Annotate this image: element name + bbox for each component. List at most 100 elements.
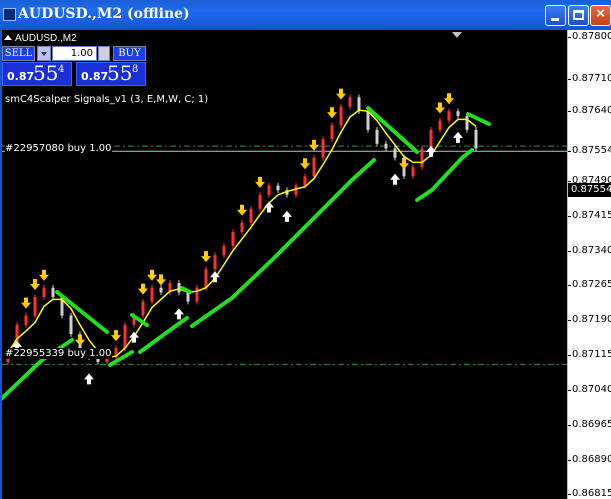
sell-signal-arrow [39, 269, 49, 281]
trend-band-line [415, 148, 474, 202]
y-tick-label: 0.87190 [572, 314, 611, 326]
candle-body [213, 255, 217, 270]
symbol-text: AUDUSD.,M2 [15, 33, 77, 44]
y-tick-mark [568, 459, 571, 461]
chart-window-icon[interactable] [3, 8, 16, 21]
sell-signal-arrow [138, 283, 148, 295]
collapse-triangle-icon[interactable] [4, 35, 12, 40]
candle-body [123, 324, 127, 349]
candle-body [33, 297, 37, 316]
buy-price-prefix: 0.87 [81, 70, 109, 83]
candle-body [429, 129, 433, 149]
candle-body [456, 111, 460, 116]
trend-band-line [180, 286, 192, 294]
candle-body [465, 115, 469, 130]
y-tick-mark [568, 36, 571, 38]
sell-signal-arrow [147, 269, 157, 281]
candle-body [357, 97, 361, 112]
candle-body [339, 106, 343, 126]
candle-body [69, 315, 73, 335]
candle-body [249, 208, 253, 223]
y-tick-mark [568, 389, 571, 391]
y-tick-label: 0.87415 [572, 209, 611, 221]
minimize-button[interactable] [545, 5, 566, 26]
sell-price-box[interactable]: 0.87 55 4 [2, 61, 72, 86]
sell-signal-arrow [255, 176, 265, 188]
sell-signal-arrow [30, 279, 40, 291]
y-tick-mark [568, 285, 571, 287]
sell-signal-arrow [237, 204, 247, 216]
candle-body [195, 287, 199, 302]
sell-signal-arrow [309, 139, 319, 151]
candle-body [366, 111, 370, 130]
candle-body [330, 125, 334, 140]
minimize-icon [551, 18, 559, 21]
y-tick-mark [568, 215, 571, 217]
price-axis[interactable]: 0.87800 0.87710 0.87640 0.87554 0.87490 0.874… [567, 30, 611, 499]
candle-body [240, 222, 244, 232]
sell-signal-arrow [336, 88, 346, 100]
candle-body [150, 287, 154, 302]
lot-spinner[interactable] [98, 46, 110, 61]
y-tick-mark [568, 78, 571, 80]
y-tick-mark [568, 250, 571, 252]
y-tick-mark [568, 494, 571, 496]
sell-signal-arrow [327, 107, 337, 119]
y-tick-mark [568, 151, 571, 153]
close-button[interactable]: × [590, 5, 611, 26]
sell-signal-arrow [75, 334, 85, 346]
sell-signal-arrow [21, 297, 31, 309]
sell-signal-arrow [201, 251, 211, 263]
maximize-icon [573, 10, 584, 20]
maximize-button[interactable] [568, 5, 589, 26]
one-click-trading-panel: SELL 1.00 BUY 0.87 55 4 0.87 55 8 [2, 46, 150, 86]
chart-canvas[interactable]: AUDUSD.,M2 SELL 1.00 BUY 0.87 55 4 0.87 … [2, 30, 567, 499]
buy-signal-arrow [426, 145, 436, 157]
y-tick-mark [568, 180, 571, 182]
y-tick-label: 0.87710 [572, 72, 611, 84]
buy-button[interactable]: BUY [113, 46, 146, 61]
y-tick-mark [568, 355, 571, 357]
y-tick-label: 0.86965 [572, 418, 611, 430]
sell-signal-arrow [156, 274, 166, 286]
buy-signal-arrow [84, 373, 94, 385]
candle-body [267, 185, 271, 195]
chart-shift-marker-icon[interactable] [452, 32, 462, 38]
candle-body [447, 111, 451, 121]
candle-body [222, 245, 226, 256]
sell-button[interactable]: SELL [2, 46, 35, 61]
sell-price-sup: 4 [58, 64, 65, 75]
order-label-2[interactable]: #22955339 buy 1.00 [5, 348, 112, 359]
y-tick-label: 0.87040 [572, 383, 611, 395]
candle-body [276, 185, 280, 191]
sell-signal-arrow [399, 158, 409, 170]
indicator-label: smC4Scalper Signals_v1 (3, E,M,W, C; 1) [5, 94, 209, 105]
buy-signal-arrow [390, 173, 400, 185]
buy-price-box[interactable]: 0.87 55 8 [76, 61, 146, 86]
lot-size-input[interactable]: 1.00 [52, 46, 97, 61]
candle-body [42, 287, 46, 298]
y-tick-label: 0.87640 [572, 105, 611, 117]
y-tick-label: 0.86890 [572, 453, 611, 465]
current-price-tag: 0.87554 [568, 183, 611, 197]
buy-signal-arrow [174, 308, 184, 320]
candle-body [141, 301, 145, 316]
y-tick-mark [568, 111, 571, 113]
trend-band-line [190, 158, 376, 328]
window-title: AUDUSD.,M2 (offline) [18, 6, 190, 22]
trend-band-line [108, 350, 134, 367]
order-label-1[interactable]: #22957080 buy 1.00 [5, 143, 112, 154]
lot-dropdown-icon[interactable] [37, 46, 51, 61]
candle-body [231, 231, 235, 246]
y-tick-label: 0.87265 [572, 279, 611, 291]
sell-price-big: 55 [33, 61, 59, 85]
candle-body [24, 315, 28, 325]
y-tick-label: 0.86815 [572, 488, 611, 499]
candle-body [411, 166, 415, 177]
candle-body [294, 185, 298, 195]
candle-body [384, 143, 388, 149]
sell-signal-arrow [300, 158, 310, 170]
y-tick-label: 0.87800 [572, 30, 611, 42]
sell-signal-arrow [111, 330, 121, 342]
y-tick-label: 0.87340 [572, 244, 611, 256]
